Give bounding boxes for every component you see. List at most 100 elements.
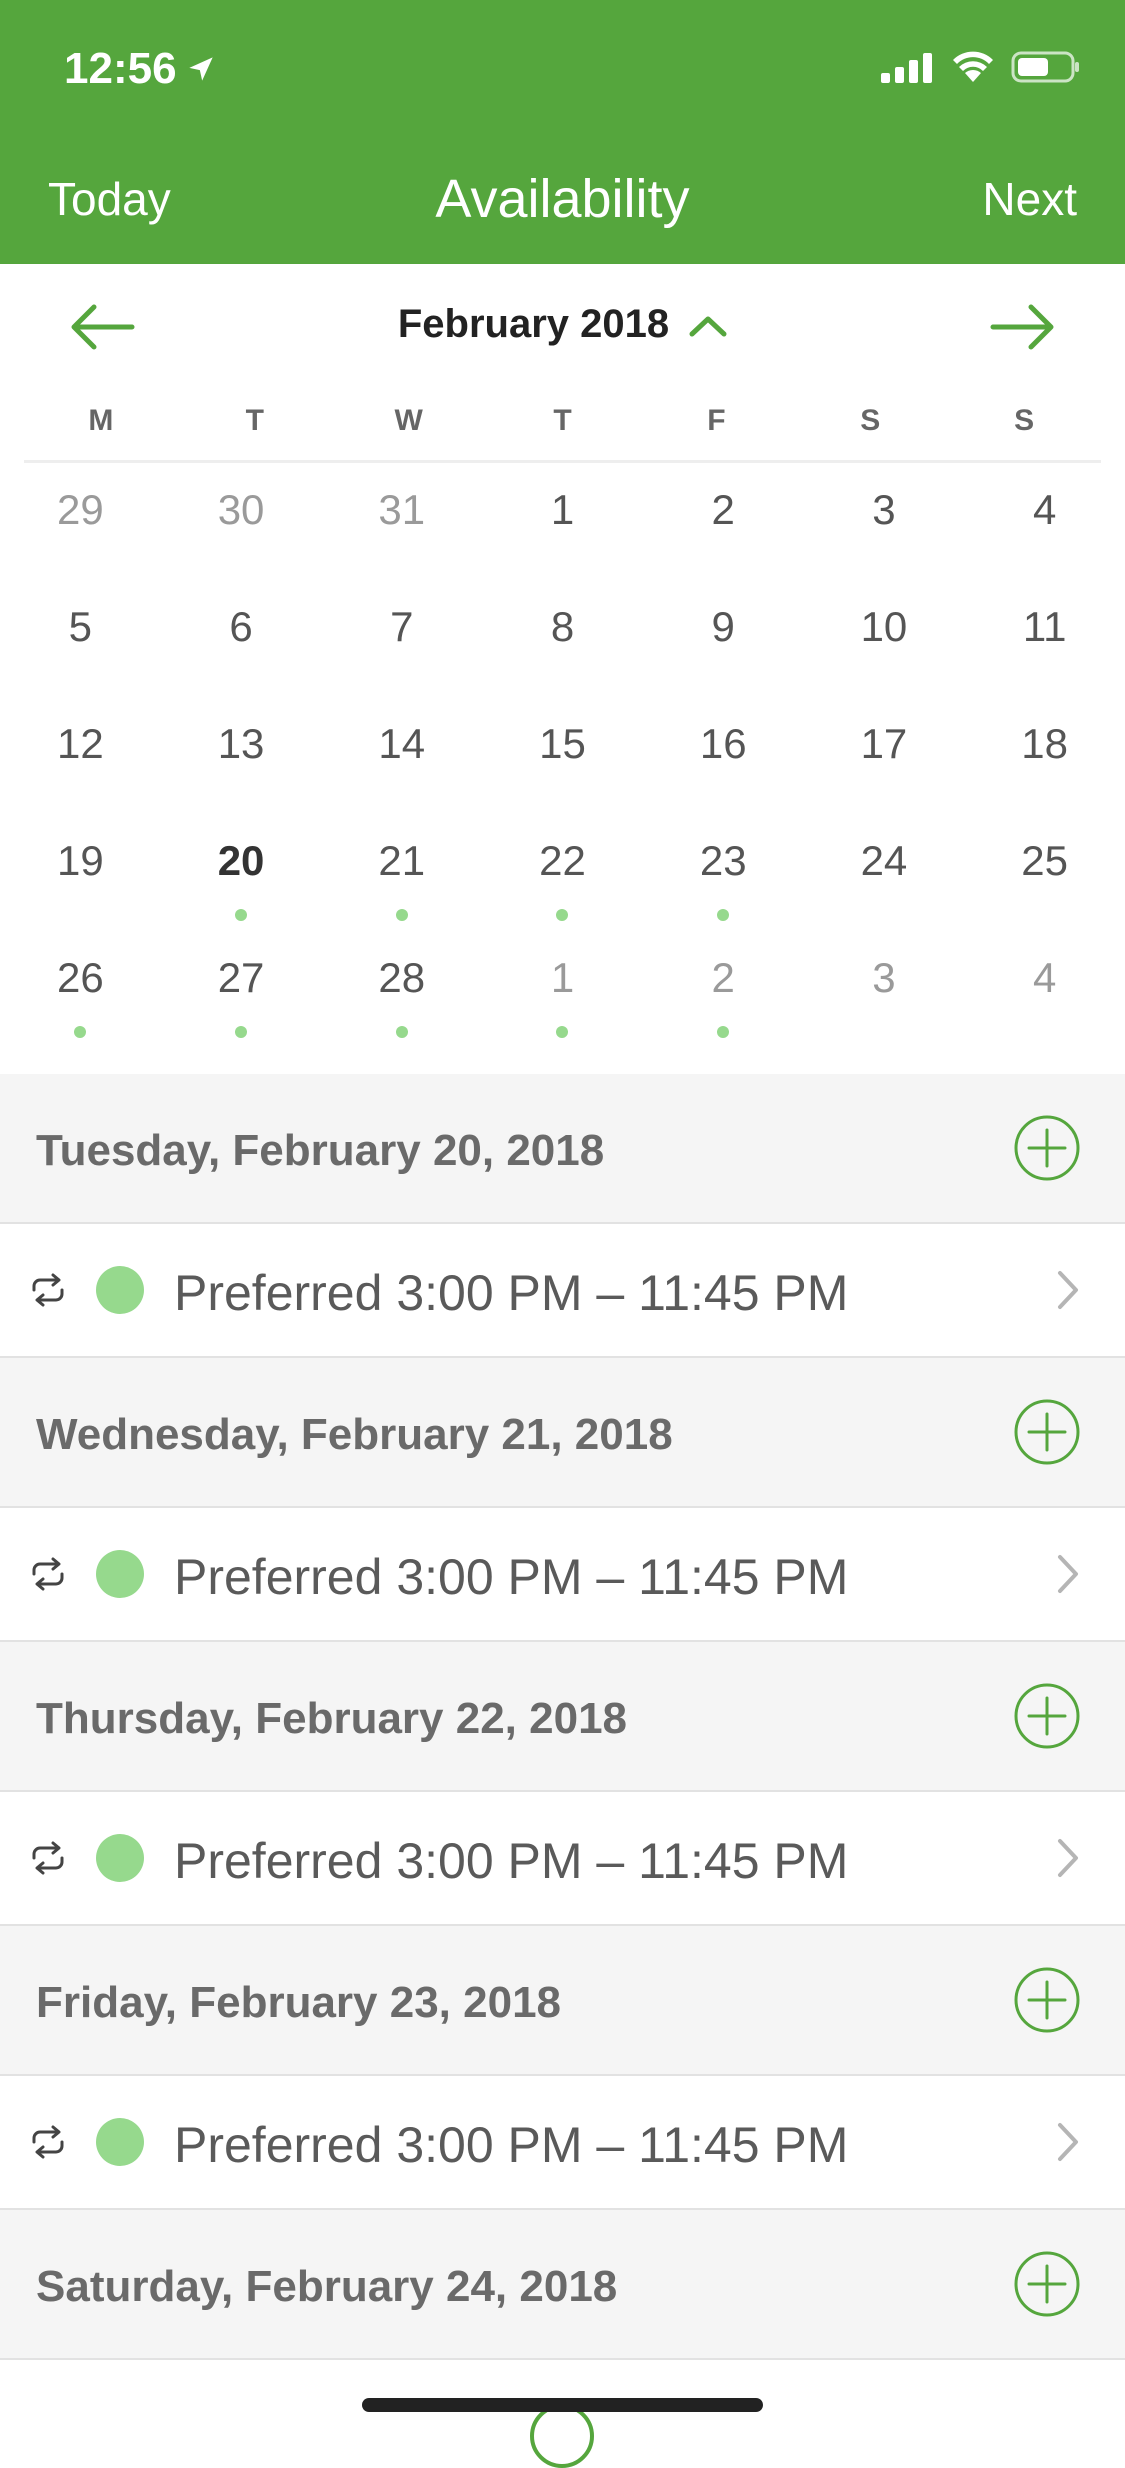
- calendar-day[interactable]: 12: [0, 698, 161, 815]
- day-section-title: Saturday, February 24, 2018: [36, 2262, 618, 2311]
- calendar-day[interactable]: 16: [643, 698, 804, 815]
- calendar-day-number: 19: [56, 837, 104, 884]
- calendar-day[interactable]: 4: [964, 464, 1125, 581]
- calendar-day[interactable]: 11: [964, 581, 1125, 698]
- calendar-day[interactable]: 28: [321, 932, 482, 1049]
- calendar-day-number: 16: [699, 720, 747, 767]
- calendar-day[interactable]: 18: [964, 698, 1125, 815]
- month-toggle[interactable]: February 2018: [0, 302, 1125, 347]
- calendar-day[interactable]: 20: [161, 815, 322, 932]
- chevron-right-icon: [1058, 2123, 1078, 2161]
- calendar-day[interactable]: 2: [643, 464, 804, 581]
- day-section-header: Saturday, February 24, 2018: [0, 2210, 1125, 2360]
- add-circle-icon[interactable]: [1013, 2250, 1081, 2318]
- calendar-day[interactable]: 1: [482, 464, 643, 581]
- calendar-day-number: 21: [378, 837, 426, 884]
- calendar-day-number: 11: [1022, 603, 1067, 650]
- calendar-day-number: 3: [872, 486, 896, 533]
- calendar-day[interactable]: 23: [643, 815, 804, 932]
- calendar-day[interactable]: 27: [161, 932, 322, 1049]
- calendar-day-number: 12: [56, 720, 104, 767]
- calendar-day-number: 8: [550, 603, 575, 650]
- next-button[interactable]: Next: [982, 172, 1077, 226]
- status-time: 12:56: [64, 44, 215, 94]
- calendar-day[interactable]: 10: [804, 581, 965, 698]
- availability-dot: [74, 1026, 87, 1038]
- calendar-day[interactable]: 1: [482, 932, 643, 1049]
- add-circle-icon[interactable]: [1013, 1966, 1081, 2034]
- availability-label: Preferred 3:00 PM – 11:45 PM: [174, 1549, 849, 1605]
- calendar-day-number: 23: [699, 837, 747, 884]
- calendar-day[interactable]: 31: [321, 464, 482, 581]
- calendar-day[interactable]: 13: [161, 698, 322, 815]
- calendar-day[interactable]: 22: [482, 815, 643, 932]
- calendar-day[interactable]: 21: [321, 815, 482, 932]
- day-section-header: Tuesday, February 20, 2018: [0, 1074, 1125, 1224]
- day-section-title: Tuesday, February 20, 2018: [36, 1126, 605, 1175]
- calendar-day[interactable]: 24: [804, 815, 965, 932]
- availability-dot: [395, 909, 408, 921]
- calendar-week: 26 27 28 1 2 3 4: [0, 932, 1125, 1049]
- preferred-status-dot: [96, 1550, 144, 1598]
- calendar-day-number: 9: [711, 603, 735, 650]
- calendar-day-number: 22: [539, 837, 586, 884]
- month-label: February 2018: [397, 302, 670, 346]
- calendar-day[interactable]: 14: [321, 698, 482, 815]
- calendar-day[interactable]: 25: [964, 815, 1125, 932]
- wifi-icon: [953, 51, 993, 82]
- availability-dot: [556, 1026, 569, 1038]
- home-indicator: [362, 2398, 763, 2412]
- calendar-day-number: 31: [378, 486, 426, 533]
- calendar-week: 19 20 21 22 23 24 25: [0, 815, 1125, 932]
- calendar-day-number: 5: [68, 603, 93, 650]
- calendar-day[interactable]: 9: [643, 581, 804, 698]
- availability-row[interactable]: Preferred 3:00 PM – 11:45 PM: [0, 1508, 1125, 1642]
- calendar-day[interactable]: 7: [321, 581, 482, 698]
- calendar-day[interactable]: 3: [804, 932, 965, 1049]
- weekday-label: S: [860, 404, 881, 437]
- next-month-arrow-icon[interactable]: [989, 302, 1059, 352]
- add-circle-icon[interactable]: [1013, 1682, 1081, 1750]
- availability-row[interactable]: Preferred 3:00 PM – 11:45 PM: [0, 1224, 1125, 1358]
- weekday-label: T: [245, 404, 264, 437]
- calendar-day-number: 28: [378, 954, 426, 1001]
- month-header: February 2018: [0, 264, 1125, 388]
- day-section-header: Wednesday, February 21, 2018: [0, 1358, 1125, 1508]
- calendar-day[interactable]: 6: [161, 581, 322, 698]
- add-circle-icon[interactable]: [1013, 1398, 1081, 1466]
- calendar-day[interactable]: 4: [964, 932, 1125, 1049]
- availability-label: Preferred 3:00 PM – 11:45 PM: [174, 1833, 849, 1889]
- calendar-day[interactable]: 15: [482, 698, 643, 815]
- calendar-day-number: 4: [1032, 954, 1057, 1001]
- calendar-day[interactable]: 26: [0, 932, 161, 1049]
- availability-dot: [556, 909, 569, 921]
- availability-label: Preferred 3:00 PM – 11:45 PM: [174, 2117, 849, 2173]
- calendar-day-number: 25: [1021, 837, 1068, 884]
- repeat-icon: [32, 2125, 64, 2159]
- calendar-day[interactable]: 19: [0, 815, 161, 932]
- status-time-text: 12:56: [64, 44, 177, 93]
- calendar-day-number: 7: [390, 603, 414, 650]
- calendar-day[interactable]: 29: [0, 464, 161, 581]
- calendar: February 2018 MTWTFSS 29 30 31 1 2 3 4 5 6 7 8 9 10 1…: [0, 264, 1125, 1074]
- calendar-day-number: 18: [1021, 720, 1068, 767]
- calendar-day[interactable]: 3: [804, 464, 965, 581]
- calendar-day-number: 10: [860, 603, 908, 650]
- loading-spinner: [530, 2404, 594, 2468]
- availability-list: Tuesday, February 20, 2018 Preferred 3:00…: [0, 1074, 1125, 2360]
- calendar-day-number: 2: [711, 486, 735, 533]
- add-circle-icon[interactable]: [1013, 1114, 1081, 1182]
- status-icons: [881, 50, 1081, 84]
- availability-row[interactable]: Preferred 3:00 PM – 11:45 PM: [0, 2076, 1125, 2210]
- calendar-day[interactable]: 8: [482, 581, 643, 698]
- calendar-day[interactable]: 17: [804, 698, 965, 815]
- calendar-day[interactable]: 30: [161, 464, 322, 581]
- availability-row[interactable]: Preferred 3:00 PM – 11:45 PM: [0, 1792, 1125, 1926]
- chevron-right-icon: [1058, 1555, 1078, 1593]
- calendar-day[interactable]: 2: [643, 932, 804, 1049]
- calendar-day-number: 17: [860, 720, 908, 767]
- calendar-day[interactable]: 5: [0, 581, 161, 698]
- calendar-grid: 29 30 31 1 2 3 4 5 6 7 8 9 10 11 12 13 14 15 16 17 18 19 20 21 2…: [0, 464, 1125, 1049]
- chevron-up-icon: [689, 316, 727, 337]
- calendar-day-number: 29: [56, 486, 104, 533]
